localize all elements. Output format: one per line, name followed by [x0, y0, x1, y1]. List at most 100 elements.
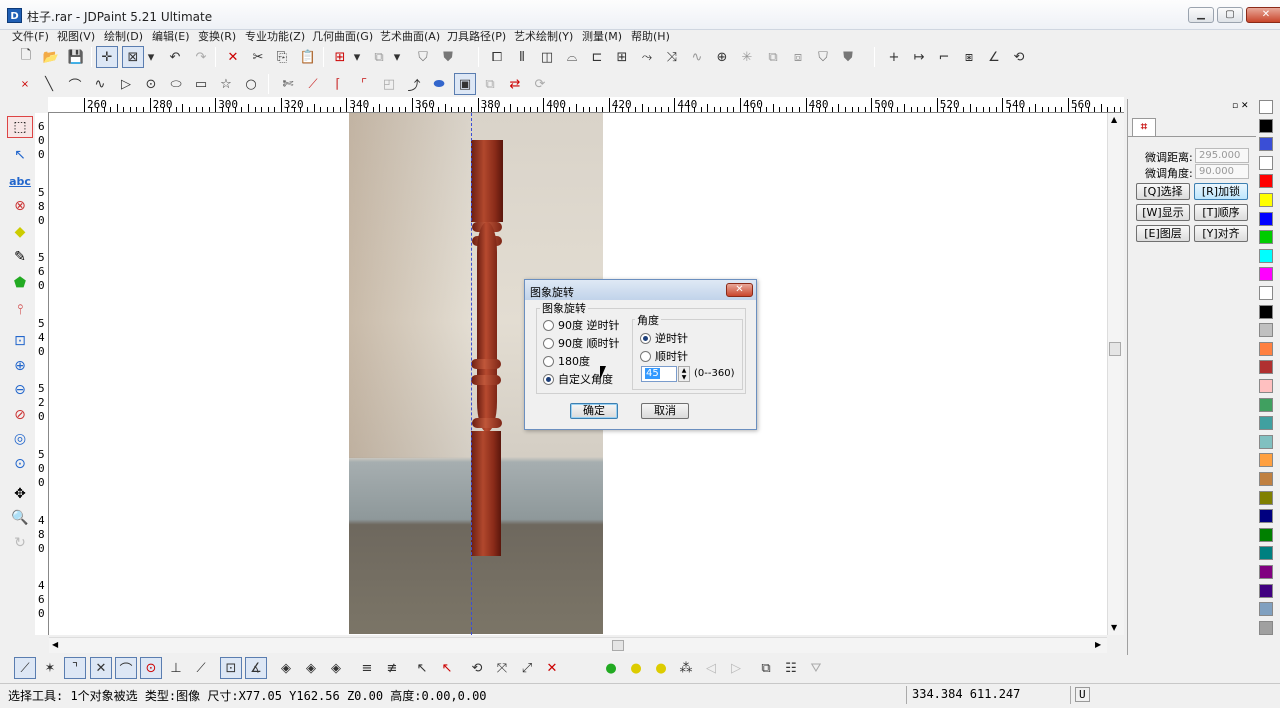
color-swatch[interactable]	[1259, 509, 1273, 524]
arrow-left-disabled-icon[interactable]: ◁	[700, 657, 722, 679]
redo-icon[interactable]: ↷	[190, 46, 212, 68]
select-tool-icon[interactable]: ⬚	[7, 116, 33, 138]
scroll-down-icon[interactable]: ▼	[1111, 623, 1117, 632]
vertical-scroll-thumb[interactable]	[1109, 342, 1121, 356]
option-180[interactable]: 180度	[543, 353, 590, 369]
horizontal-scrollbar[interactable]: ◀ ▶	[49, 637, 1107, 653]
close-button[interactable]: ✕	[1246, 7, 1280, 23]
shape-tool-icon[interactable]: ⊗	[7, 195, 33, 217]
star-icon[interactable]: ☆	[215, 73, 237, 95]
menu-edit[interactable]: 编辑(E)	[152, 28, 190, 44]
snap-corner-icon[interactable]: ⌝	[64, 657, 86, 679]
undo-icon[interactable]: ↶	[164, 46, 186, 68]
menu-professional[interactable]: 专业功能(Z)	[245, 28, 305, 44]
direction-ccw[interactable]: 逆时针	[640, 330, 688, 346]
lights-group-icon[interactable]: ⁂	[675, 657, 697, 679]
color-swatch[interactable]	[1259, 416, 1273, 431]
fine-angle-input[interactable]: 90.000	[1195, 164, 1249, 179]
zoom-previous-icon[interactable]: ⊘	[7, 404, 33, 426]
dropdown-arrow-icon[interactable]: ▾	[145, 46, 157, 68]
line-icon[interactable]: ╲	[38, 73, 60, 95]
paint-bucket-icon[interactable]: ⬟	[7, 272, 33, 294]
cancel-button[interactable]: 取消	[641, 403, 689, 419]
explode-icon[interactable]: ✳	[736, 46, 758, 68]
color-swatch[interactable]	[1259, 100, 1273, 114]
trim-icon[interactable]: ⌓	[561, 46, 583, 68]
split-icon[interactable]: ⧈	[787, 46, 809, 68]
ok-button[interactable]: 确定	[570, 403, 618, 419]
offset-icon[interactable]: ◫	[536, 46, 558, 68]
polyline-icon[interactable]: ▷	[115, 73, 137, 95]
snap-angle-icon[interactable]: ∡	[245, 657, 267, 679]
step-icon[interactable]: ⌐	[933, 46, 955, 68]
offset-curve-icon[interactable]: ⤴	[403, 73, 425, 95]
panel-tab-select[interactable]: ⌗	[1132, 118, 1156, 136]
paste-icon[interactable]: 📋	[297, 46, 319, 68]
scroll-up-icon[interactable]: ▲	[1111, 115, 1117, 124]
dialog-title-bar[interactable]: 图象旋转 ✕	[525, 280, 756, 300]
new-file-icon[interactable]: 🗋	[15, 46, 37, 68]
color-swatch[interactable]	[1259, 174, 1273, 189]
extend-icon[interactable]: ⊏	[586, 46, 608, 68]
angle-spinner[interactable]: ▲ ▼	[678, 366, 690, 382]
shield-solid-icon[interactable]: ⛊	[437, 46, 459, 68]
menu-draw[interactable]: 绘制(D)	[104, 28, 143, 44]
select-button[interactable]: [Q]选择	[1136, 183, 1190, 200]
color-swatch[interactable]	[1259, 137, 1273, 152]
angle-input[interactable]: 45	[641, 366, 677, 382]
corner-icon[interactable]: ⌜	[353, 73, 375, 95]
transform-2-icon[interactable]: ◈	[300, 657, 322, 679]
color-swatch[interactable]	[1259, 323, 1273, 338]
pan-icon[interactable]: ✥	[7, 483, 33, 505]
color-swatch[interactable]	[1259, 379, 1273, 393]
color-swatch[interactable]	[1259, 434, 1273, 449]
light-add-icon[interactable]: ●	[650, 657, 672, 679]
dropdown-arrow-icon[interactable]: ▾	[351, 46, 363, 68]
snap-point-icon[interactable]: ✶	[39, 657, 61, 679]
zoom-in-icon[interactable]: ⊕	[7, 355, 33, 377]
deselect-icon[interactable]: ↖	[436, 657, 458, 679]
color-swatch[interactable]	[1259, 341, 1273, 356]
array-icon[interactable]: ⊞	[611, 46, 633, 68]
refresh-icon[interactable]: ↻	[7, 532, 33, 554]
color-swatch[interactable]	[1259, 267, 1273, 282]
menu-art-drawing[interactable]: 艺术绘制(Y)	[514, 28, 573, 44]
circle-outline-icon[interactable]: ○	[240, 73, 262, 95]
menu-file[interactable]: 文件(F)	[12, 28, 49, 44]
dropdown-arrow-icon[interactable]: ▾	[391, 46, 403, 68]
rotate-copy-icon[interactable]: ⟳	[529, 73, 551, 95]
menu-measure[interactable]: 测量(M)	[582, 28, 622, 44]
shield-icon[interactable]: ⛉	[412, 46, 434, 68]
color-swatch[interactable]	[1259, 155, 1273, 170]
order-button[interactable]: [T]顺序	[1194, 204, 1248, 221]
ellipse-icon[interactable]: ⬭	[165, 73, 187, 95]
snap-tangent-icon[interactable]: ⟋	[190, 657, 212, 679]
snap-grid-point-icon[interactable]: ⊡	[220, 657, 242, 679]
color-swatch[interactable]	[1259, 211, 1273, 226]
fine-distance-input[interactable]: 295.000	[1195, 148, 1249, 163]
snap-grid-icon[interactable]: ⊞	[329, 46, 351, 68]
menu-art-surface[interactable]: 艺术曲面(A)	[380, 28, 440, 44]
measure-tool-icon[interactable]: ⫯	[7, 299, 33, 321]
layer-edit-icon[interactable]: ≢	[381, 657, 403, 679]
rectangle-icon[interactable]: ▭	[190, 73, 212, 95]
arc-icon[interactable]: ⌒	[64, 73, 86, 95]
text-tool-icon[interactable]: abc	[7, 170, 33, 192]
node-edit-icon[interactable]: ⤨	[661, 46, 683, 68]
frame-icon[interactable]: ▣	[454, 73, 476, 95]
color-swatch[interactable]	[1259, 583, 1273, 598]
point-icon[interactable]: +	[883, 46, 905, 68]
color-swatch[interactable]	[1259, 472, 1273, 486]
combine-icon[interactable]: ⧉	[762, 46, 784, 68]
open-file-icon[interactable]: 📂	[40, 46, 62, 68]
snap-arc-icon[interactable]: ⌒	[115, 657, 137, 679]
filter-icon[interactable]: ⛛	[805, 657, 827, 679]
magnifier-icon[interactable]: 🔍	[7, 507, 33, 529]
spline-icon[interactable]: ∿	[89, 73, 111, 95]
menu-toolpath[interactable]: 刀具路径(P)	[447, 28, 506, 44]
box-measure-icon[interactable]: ⧆	[958, 46, 980, 68]
menu-help[interactable]: 帮助(H)	[631, 28, 670, 44]
color-swatch[interactable]	[1259, 453, 1273, 468]
circle-icon[interactable]: ⊙	[140, 73, 162, 95]
cancel-x-icon[interactable]: ✕	[541, 657, 563, 679]
